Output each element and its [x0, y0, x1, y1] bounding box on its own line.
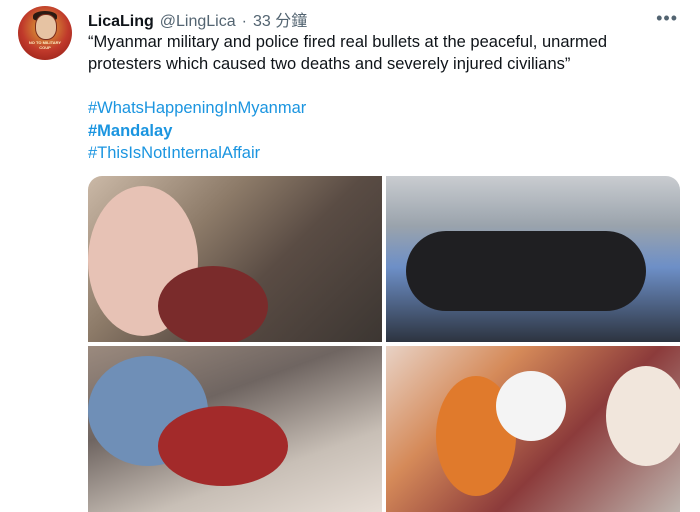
photo-4-figure [606, 366, 680, 466]
author-name[interactable]: LicaLing [88, 13, 154, 31]
tweet-header: LicaLing @LingLica · 33 分鐘 [88, 7, 307, 31]
photo-2[interactable] [386, 176, 680, 342]
hashtag-notinternal[interactable]: #ThisIsNotInternalAffair [88, 142, 306, 165]
hashtag-mandalay[interactable]: #Mandalay [88, 120, 306, 143]
photo-2-figure [406, 231, 646, 311]
media-grid [88, 176, 680, 512]
avatar-caption: NO TO MILITARY COUP [28, 40, 62, 50]
photo-1-stain [158, 266, 268, 342]
tweet-timestamp[interactable]: 33 分鐘 [253, 7, 307, 31]
tweet-text: “Myanmar military and police fired real … [88, 33, 608, 73]
header-separator: · [241, 13, 247, 30]
photo-4-bandage [496, 371, 566, 441]
avatar[interactable]: NO TO MILITARY COUP [18, 6, 72, 60]
avatar-face [35, 14, 57, 40]
photo-1[interactable] [88, 176, 382, 342]
photo-3[interactable] [88, 346, 382, 512]
photo-3-stain [158, 406, 288, 486]
author-handle[interactable]: @LingLica [160, 13, 236, 31]
hashtag-whatshappening[interactable]: #WhatsHappeningInMyanmar [88, 97, 306, 120]
photo-4[interactable] [386, 346, 680, 512]
more-options-icon[interactable]: ••• [656, 8, 678, 29]
hashtag-list: #WhatsHappeningInMyanmar #Mandalay #This… [88, 97, 306, 165]
